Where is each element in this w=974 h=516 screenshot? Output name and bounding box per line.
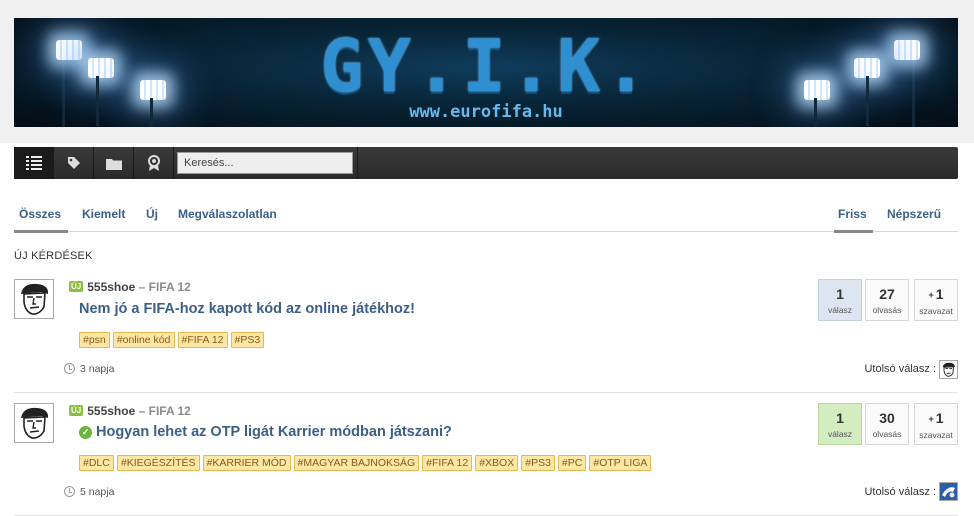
question-meta: ÚJ 555shoe – FIFA 12 (69, 280, 191, 294)
tab-popular[interactable]: Népszerű (887, 207, 941, 221)
tag-item[interactable]: #OTP LIGA (589, 455, 652, 471)
category-link[interactable]: FIFA 12 (149, 280, 191, 294)
time-text: 5 napja (80, 486, 115, 498)
tag-item[interactable]: #KIEGÉSZÍTÉS (116, 455, 200, 471)
categories-button[interactable] (94, 147, 134, 179)
clock-icon (64, 363, 75, 374)
banner-area: GY.I.K. www.eurofifa.hu (0, 0, 974, 143)
tab-new[interactable]: Új (146, 207, 158, 221)
last-answer-avatar[interactable] (939, 482, 958, 501)
question-stats: 1 válasz 27 olvasás +1 szavazat (818, 279, 958, 321)
tag-item[interactable]: #PS3 (230, 332, 265, 348)
question-title[interactable]: Nem jó a FIFA-hoz kapott kód az online j… (79, 301, 415, 317)
question-row: ÚJ 555shoe – FIFA 12 Nem jó a FIFA-hoz ka… (14, 279, 958, 393)
answers-number: 1 (836, 286, 844, 302)
answers-count: 1 válasz (818, 279, 862, 321)
votes-label: szavazat (919, 430, 953, 440)
question-title-text[interactable]: Nem jó a FIFA-hoz kapott kód az online j… (79, 301, 415, 317)
banner-title: GY.I.K. (320, 24, 652, 108)
tag-icon (67, 157, 80, 169)
clock-icon (64, 486, 75, 497)
question-title[interactable]: ✓ Hogyan lehet az OTP ligát Karrier módba… (79, 424, 452, 440)
question-stats: 1 válasz 30 olvasás +1 szavazat (818, 403, 958, 445)
tab-featured[interactable]: Kiemelt (82, 207, 125, 221)
tag-list: #DLC #KIEGÉSZÍTÉS #KARRIER MÓD #MAGYAR BAJN… (79, 453, 654, 471)
toolbar-divider (357, 147, 358, 179)
vote-sign: + (928, 290, 934, 300)
badges-button[interactable] (134, 147, 174, 179)
avatar[interactable] (14, 403, 54, 443)
tag-item[interactable]: #FIFA 12 (177, 332, 228, 348)
tag-item[interactable]: #PS3 (521, 455, 555, 471)
views-number: 27 (879, 286, 895, 302)
question-row: ÚJ 555shoe – FIFA 12 ✓ Hogyan lehet az OTP… (14, 403, 958, 516)
answers-label: válasz (827, 305, 853, 315)
views-number: 30 (879, 410, 895, 426)
last-answer-avatar[interactable] (939, 360, 958, 379)
last-answer-label: Utolsó válasz : (864, 363, 936, 375)
answers-label: válasz (827, 429, 853, 439)
tag-item[interactable]: #MAGYAR BAJNOKSÁG (293, 455, 420, 471)
category-link[interactable]: FIFA 12 (149, 404, 191, 418)
tab-unanswered[interactable]: Megválaszolatlan (178, 207, 277, 221)
badge-icon (147, 155, 160, 171)
new-badge: ÚJ (69, 281, 84, 292)
votes-number: 1 (935, 410, 944, 426)
tag-item[interactable]: #PC (557, 455, 587, 471)
avatar[interactable] (14, 279, 54, 319)
views-label: olvasás (872, 429, 902, 439)
tag-item[interactable]: #online kód (112, 332, 175, 348)
tag-item[interactable]: #KARRIER MÓD (202, 455, 291, 471)
votes-count[interactable]: +1 szavazat (914, 279, 958, 321)
votes-count[interactable]: +1 szavazat (914, 403, 958, 445)
answers-count: 1 válasz (818, 403, 862, 445)
avatar-face-icon (21, 283, 49, 315)
new-badge: ÚJ (69, 405, 84, 416)
tab-bar: Összes Kiemelt Új Megválaszolatlan Friss… (14, 198, 958, 233)
author-link[interactable]: 555shoe (87, 280, 135, 294)
question-time: 3 napja (64, 363, 114, 375)
section-title: ÚJ KÉRDÉSEK (14, 250, 93, 262)
search-input[interactable] (177, 152, 353, 174)
tag-list: #psn #online kód #FIFA 12 #PS3 (79, 330, 267, 348)
last-answer-label: Utolsó válasz : (864, 486, 936, 498)
tags-button[interactable] (54, 147, 94, 179)
banner-url: www.eurofifa.hu (409, 102, 563, 122)
votes-label: szavazat (919, 306, 953, 316)
question-time: 5 napja (64, 486, 114, 498)
avatar-logo-icon (940, 483, 957, 500)
tag-item[interactable]: #DLC (79, 455, 114, 471)
tag-item[interactable]: #XBOX (475, 455, 519, 471)
views-label: olvasás (872, 305, 902, 315)
views-count: 30 olvasás (865, 403, 909, 445)
active-sort-indicator (834, 230, 873, 233)
views-count: 27 olvasás (865, 279, 909, 321)
active-tab-indicator (14, 230, 68, 233)
time-text: 3 napja (80, 363, 115, 375)
question-meta: ÚJ 555shoe – FIFA 12 (69, 404, 191, 418)
tag-item[interactable]: #FIFA 12 (422, 455, 473, 471)
check-icon: ✓ (79, 426, 92, 439)
tab-all[interactable]: Összes (19, 207, 61, 221)
votes-number: 1 (935, 286, 944, 302)
tab-recent[interactable]: Friss (838, 207, 867, 221)
avatar-face-icon (21, 407, 49, 439)
toolbar (14, 147, 958, 179)
tag-item[interactable]: #psn (79, 332, 110, 348)
list-view-button[interactable] (14, 147, 54, 179)
answers-number: 1 (836, 410, 844, 426)
question-title-text[interactable]: Hogyan lehet az OTP ligát Karrier módban… (96, 424, 452, 440)
vote-sign: + (928, 414, 934, 424)
folder-icon (105, 158, 122, 170)
list-icon (25, 156, 42, 170)
author-link[interactable]: 555shoe (87, 404, 135, 418)
banner-image[interactable]: GY.I.K. www.eurofifa.hu (14, 18, 958, 127)
avatar-face-icon (942, 362, 955, 377)
